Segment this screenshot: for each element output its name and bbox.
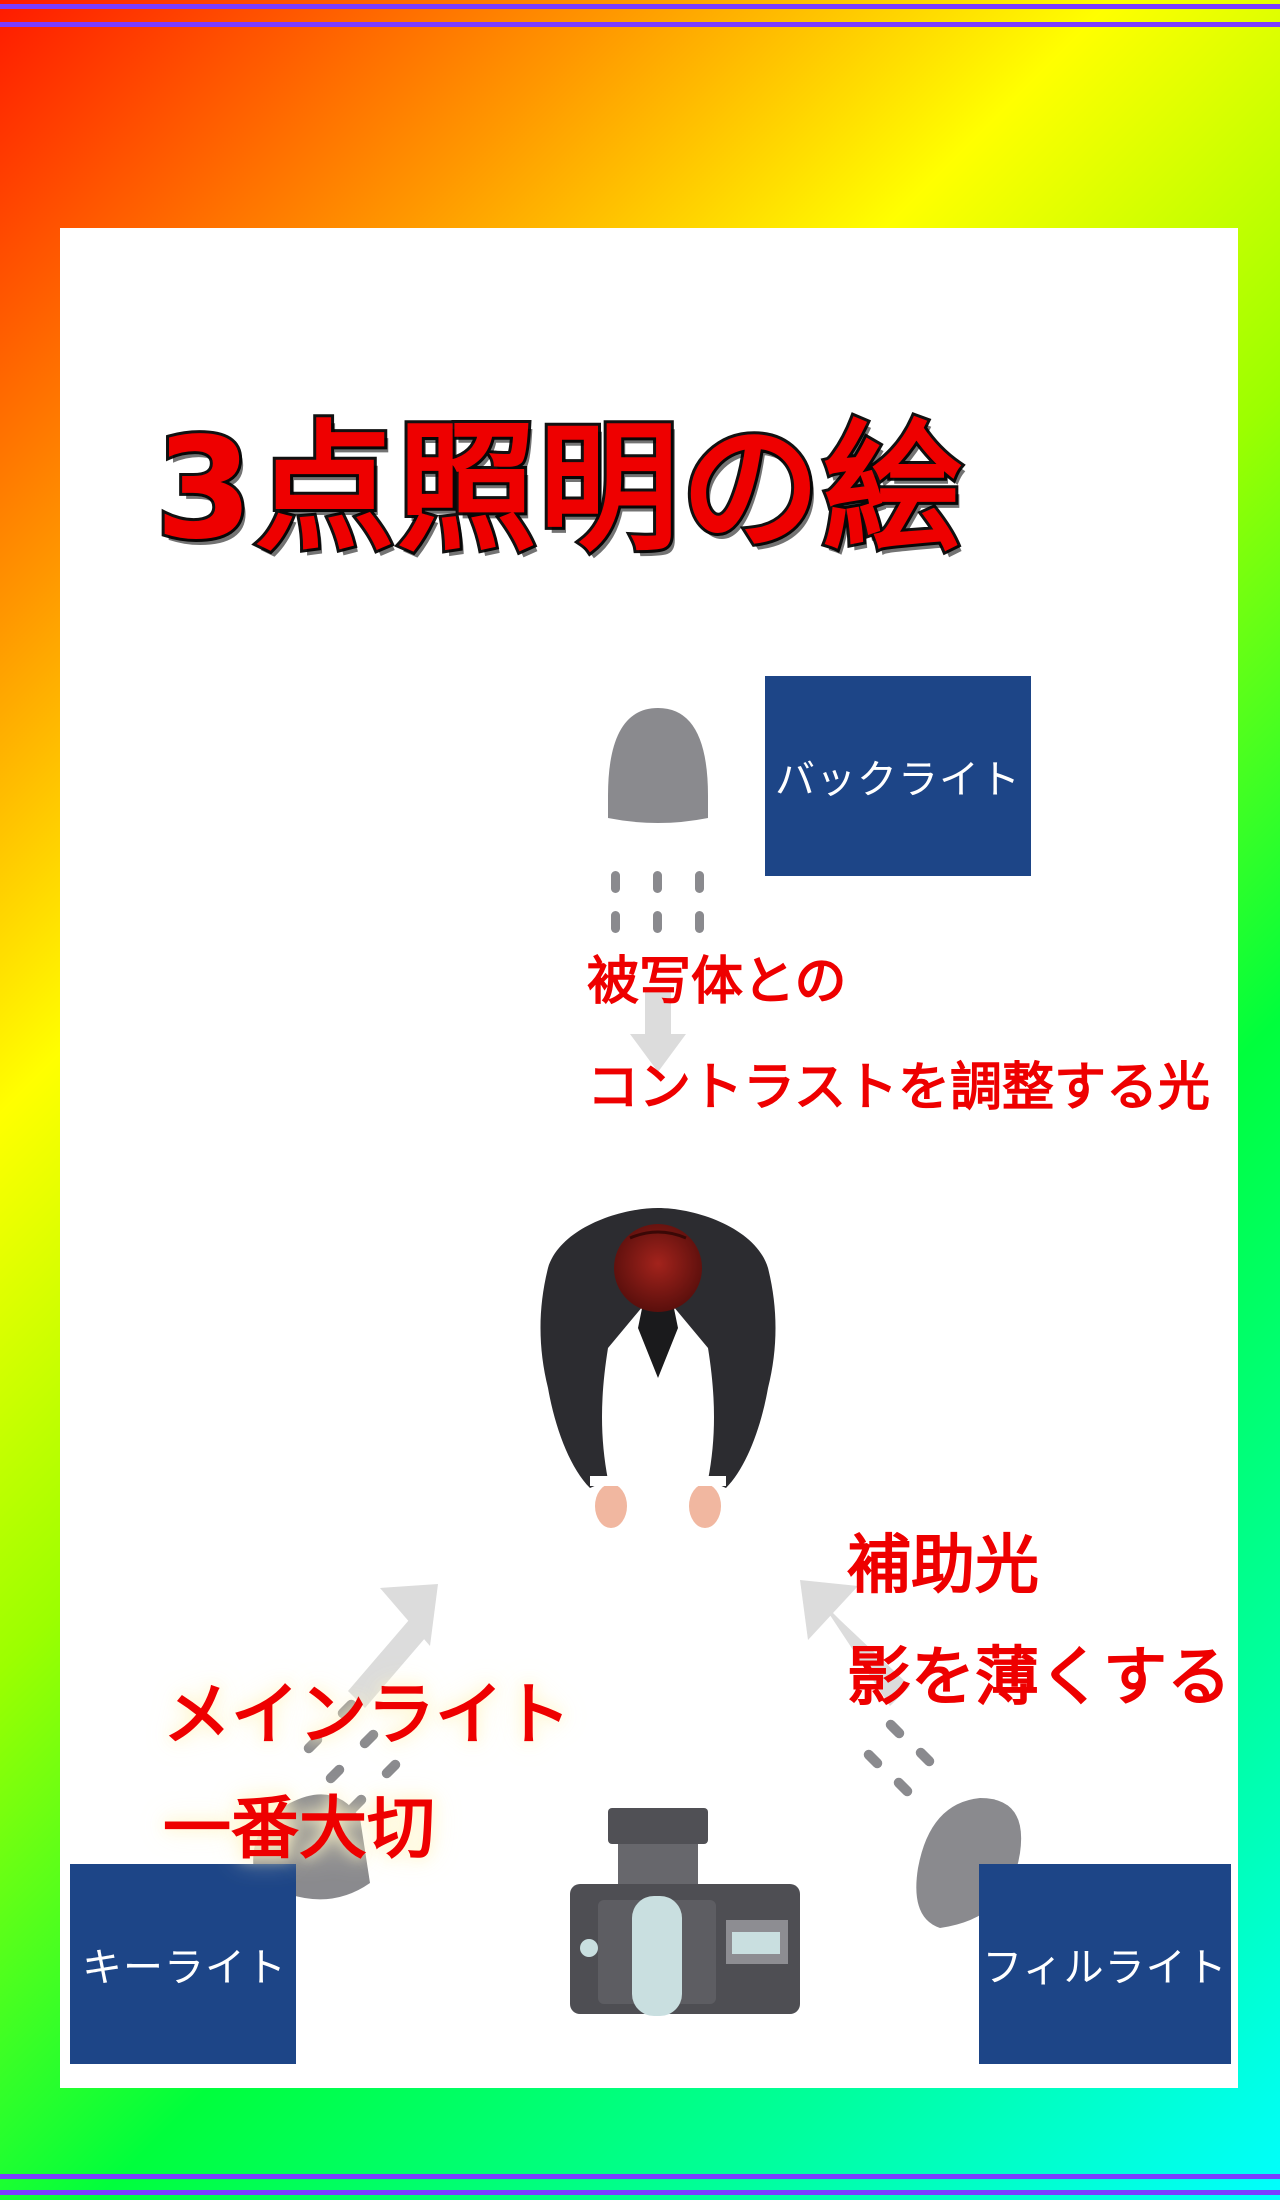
bottom-stripe-2	[0, 2190, 1280, 2195]
fill-light-label: フィルライト	[979, 1864, 1231, 2064]
camera-icon	[570, 1808, 800, 2016]
top-stripe	[0, 4, 1280, 9]
back-annotation-line2: コントラストを調整する光	[587, 1058, 1210, 1118]
top-stripe-2	[0, 22, 1280, 27]
diagram-panel: 3点照明の絵 バックライト キーライト フィルライト 被写体との コントラストを…	[60, 228, 1238, 2088]
person-icon	[540, 1208, 776, 1528]
back-annotation-line1: 被写体との	[587, 952, 847, 1012]
key-annotation-line1: メインライト	[163, 1676, 572, 1755]
bottom-stripe	[0, 2174, 1280, 2179]
key-light-label: キーライト	[70, 1864, 296, 2064]
back-light-label: バックライト	[765, 676, 1031, 876]
fill-annotation-line1: 補助光	[847, 1529, 1039, 1603]
fill-annotation-line2: 影を薄くする	[847, 1641, 1231, 1715]
fill-beam-icon	[863, 1719, 935, 1797]
key-annotation-line2: 一番大切	[163, 1790, 436, 1869]
back-spotlight-icon	[608, 708, 708, 933]
